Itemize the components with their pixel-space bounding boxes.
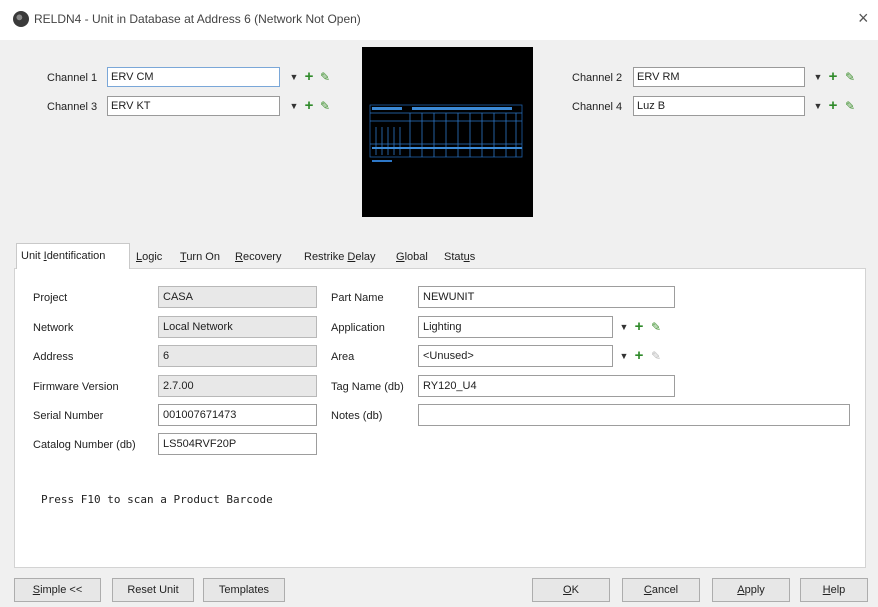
address-label: Address bbox=[33, 351, 74, 363]
network-label: Network bbox=[33, 322, 74, 334]
tab-logic[interactable]: Logic bbox=[132, 245, 166, 269]
channel-3-dropdown-icon[interactable]: ▼ bbox=[288, 97, 300, 115]
catalog-number-field[interactable]: LS504RVF20P bbox=[158, 433, 317, 455]
apply-button[interactable]: Apply bbox=[712, 578, 790, 602]
application-label: Application bbox=[331, 322, 385, 334]
barcode-hint: Press F10 to scan a Product Barcode bbox=[41, 493, 273, 506]
application-edit-icon[interactable]: ✎ bbox=[649, 318, 663, 336]
firmware-version-label: Firmware Version bbox=[33, 381, 119, 393]
channel-3-label: Channel 3 bbox=[47, 101, 98, 113]
address-field: 6 bbox=[158, 345, 317, 367]
area-add-icon[interactable]: + bbox=[632, 347, 646, 365]
tag-name-label: Tag Name (db) bbox=[331, 381, 404, 393]
part-name-field[interactable]: NEWUNIT bbox=[418, 286, 675, 308]
channel-1-add-icon[interactable]: + bbox=[302, 68, 316, 86]
notes-field[interactable] bbox=[418, 404, 850, 426]
channel-3-edit-icon[interactable]: ✎ bbox=[318, 97, 332, 115]
channel-2-edit-icon[interactable]: ✎ bbox=[843, 68, 857, 86]
channel-2-label: Channel 2 bbox=[572, 72, 623, 84]
window-title: RELDN4 - Unit in Database at Address 6 (… bbox=[34, 12, 361, 26]
channel-4-label: Channel 4 bbox=[572, 101, 623, 113]
catalog-number-label: Catalog Number (db) bbox=[33, 439, 136, 451]
area-label: Area bbox=[331, 351, 355, 363]
tab-unit-identification[interactable]: Unit Identification bbox=[16, 243, 130, 269]
area-dropdown-icon[interactable]: ▼ bbox=[618, 347, 630, 365]
channel-2-add-icon[interactable]: + bbox=[826, 68, 840, 86]
serial-number-label: Serial Number bbox=[33, 410, 104, 422]
channel-4-edit-icon[interactable]: ✎ bbox=[843, 97, 857, 115]
channel-1-edit-icon[interactable]: ✎ bbox=[318, 68, 332, 86]
channel-3-add-icon[interactable]: + bbox=[302, 97, 316, 115]
project-field: CASA bbox=[158, 286, 317, 308]
app-icon bbox=[13, 11, 29, 27]
application-dropdown-icon[interactable]: ▼ bbox=[618, 318, 630, 336]
tab-recovery[interactable]: Recovery bbox=[231, 245, 285, 269]
serial-number-field[interactable]: 001007671473 bbox=[158, 404, 317, 426]
channel-2-dropdown-icon[interactable]: ▼ bbox=[812, 68, 824, 86]
tab-global[interactable]: Global bbox=[392, 245, 432, 269]
channel-4-dropdown-icon[interactable]: ▼ bbox=[812, 97, 824, 115]
tab-turn-on[interactable]: Turn On bbox=[176, 245, 224, 269]
help-button[interactable]: Help bbox=[800, 578, 868, 602]
area-edit-icon: ✎ bbox=[650, 349, 662, 363]
notes-label: Notes (db) bbox=[331, 410, 383, 422]
templates-button[interactable]: Templates bbox=[203, 578, 285, 602]
channel-4-add-icon[interactable]: + bbox=[826, 97, 840, 115]
reset-unit-button[interactable]: Reset Unit bbox=[112, 578, 194, 602]
project-label: Project bbox=[33, 292, 68, 304]
application-add-icon[interactable]: + bbox=[632, 318, 646, 336]
ok-button[interactable]: OK bbox=[532, 578, 610, 602]
network-field: Local Network bbox=[158, 316, 317, 338]
channel-1-label: Channel 1 bbox=[47, 72, 98, 84]
channel-2-combo[interactable]: ERV RM bbox=[633, 67, 805, 87]
channel-4-combo[interactable]: Luz B bbox=[633, 96, 805, 116]
application-combo[interactable]: Lighting bbox=[418, 316, 613, 338]
unit-preview-image bbox=[362, 47, 533, 217]
tag-name-field[interactable]: RY120_U4 bbox=[418, 375, 675, 397]
tab-restrike-delay[interactable]: Restrike Delay bbox=[300, 245, 380, 269]
firmware-version-field: 2.7.00 bbox=[158, 375, 317, 397]
simple-button[interactable]: Simple << bbox=[14, 578, 101, 602]
channel-1-combo[interactable]: ERV CM bbox=[107, 67, 280, 87]
area-combo[interactable]: <Unused> bbox=[418, 345, 613, 367]
tab-status[interactable]: Status bbox=[440, 245, 479, 269]
channel-3-combo[interactable]: ERV KT bbox=[107, 96, 280, 116]
cancel-button[interactable]: Cancel bbox=[622, 578, 700, 602]
channel-1-dropdown-icon[interactable]: ▼ bbox=[288, 68, 300, 86]
part-name-label: Part Name bbox=[331, 292, 384, 304]
close-icon[interactable]: × bbox=[858, 9, 869, 27]
